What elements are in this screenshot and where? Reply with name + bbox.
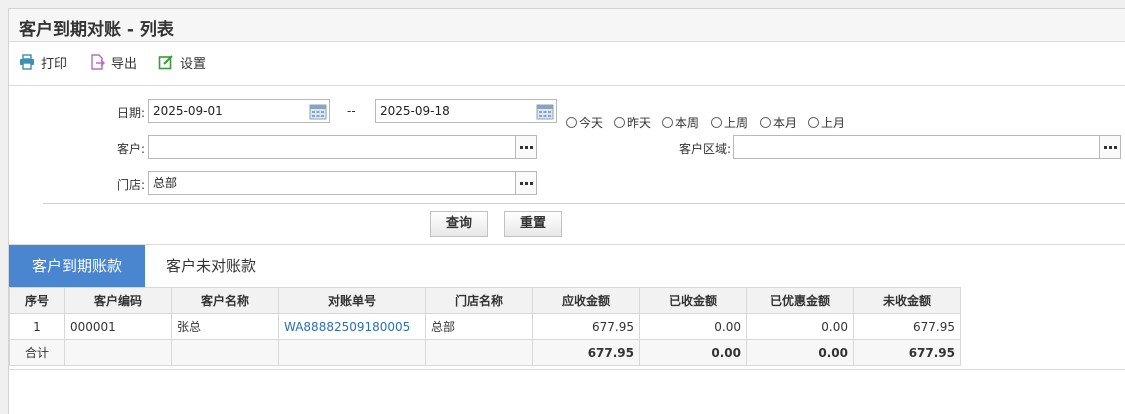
divider [43,203,1125,204]
store-label: 门店: [116,178,145,192]
title-bar: 客户到期对账 - 列表 [9,9,1125,42]
total-label: 合计 [9,339,65,366]
calendar-icon[interactable] [534,100,556,122]
query-button[interactable]: 查询 [430,211,488,237]
total-discounted: 0.00 [746,339,854,366]
settings-label: 设置 [180,56,207,72]
total-empty-cell [64,339,172,366]
cell-received: 0.00 [639,313,747,340]
page-title: 客户到期对账 - 列表 [19,20,174,40]
date-separator: -- [347,104,356,118]
radio-label: 上月 [821,116,846,130]
tab-unreconciled-accounts[interactable]: 客户未对账款 [145,245,277,287]
cell-outstanding: 677.95 [853,313,961,340]
col-header[interactable]: 序号 [9,287,65,314]
region-picker-button[interactable] [1099,135,1121,159]
radio-circle[interactable] [614,117,625,128]
table-header-row: 序号 客户编码 客户名称 对账单号 门店名称 应收金额 已收金额 已优惠金额 未… [9,287,961,314]
customer-picker-button[interactable] [515,135,537,159]
store-input[interactable]: 总部 [148,171,516,195]
radio-circle[interactable] [711,117,722,128]
table-bottom-border [9,369,1125,370]
col-header[interactable]: 客户编码 [64,287,172,314]
total-received: 0.00 [639,339,747,366]
col-header[interactable]: 已收金额 [639,287,747,314]
data-table: 序号 客户编码 客户名称 对账单号 门店名称 应收金额 已收金额 已优惠金额 未… [9,287,961,366]
total-empty-cell [171,339,279,366]
date-label: 日期: [116,106,145,120]
col-header[interactable]: 门店名称 [425,287,533,314]
radio-yesterday[interactable]: 昨天 [614,114,651,131]
total-outstanding: 677.95 [853,339,961,366]
store-picker-button[interactable] [515,171,537,195]
col-header[interactable]: 应收金额 [532,287,640,314]
cell-discounted: 0.00 [746,313,854,340]
date-to-field[interactable]: 2025-09-18 [375,99,557,123]
cell-customer-code: 000001 [64,313,172,340]
radio-label: 本周 [675,116,700,130]
print-label: 打印 [41,56,68,72]
radio-circle[interactable] [566,117,577,128]
radio-label: 本月 [773,116,798,130]
table-row[interactable]: 1 000001 张总 WA88882509180005 总部 677.95 0… [9,313,961,340]
radio-circle[interactable] [760,117,771,128]
calendar-icon[interactable] [307,100,329,122]
cell-store-name: 总部 [425,313,533,340]
radio-label: 昨天 [627,116,652,130]
radio-circle[interactable] [808,117,819,128]
col-header[interactable]: 客户名称 [171,287,279,314]
radio-last-month[interactable]: 上月 [808,114,845,131]
radio-this-week[interactable]: 本周 [662,114,699,131]
radio-circle[interactable] [662,117,673,128]
toolbar: 打印 导出 设置 [9,42,1125,86]
region-input[interactable] [733,135,1100,159]
total-receivable: 677.95 [532,339,640,366]
total-empty-cell [425,339,533,366]
export-label: 导出 [111,56,138,72]
print-button[interactable]: 打印 [19,52,67,72]
radio-label: 上周 [724,116,749,130]
tab-due-accounts[interactable]: 客户到期账款 [9,245,145,287]
radio-today[interactable]: 今天 [566,114,603,131]
reset-button[interactable]: 重置 [504,211,562,237]
date-from-field[interactable]: 2025-09-01 [148,99,330,123]
col-header[interactable]: 对账单号 [278,287,426,314]
settings-button[interactable]: 设置 [158,52,206,72]
radio-label: 今天 [579,116,604,130]
cell-receivable: 677.95 [532,313,640,340]
radio-this-month[interactable]: 本月 [760,114,797,131]
printer-icon [20,54,34,70]
tab-bar: 客户到期账款 客户未对账款 [9,244,1125,287]
col-header[interactable]: 未收金额 [853,287,961,314]
cell-index: 1 [9,313,65,340]
edit-settings-icon [158,55,173,70]
total-empty-cell [278,339,426,366]
page-frame: 客户到期对账 - 列表 打印 导出 设置 日期: 2025-09-01 -- 2… [8,8,1125,414]
export-icon [91,54,105,70]
customer-input[interactable] [148,135,516,159]
col-header[interactable]: 已优惠金额 [746,287,854,314]
customer-label: 客户: [116,142,145,156]
table-total-row: 合计 677.95 0.00 0.00 677.95 [9,339,961,366]
region-label: 客户区域: [678,142,731,156]
radio-last-week[interactable]: 上周 [711,114,748,131]
cell-customer-name: 张总 [171,313,279,340]
date-to-value: 2025-09-18 [380,104,450,118]
export-button[interactable]: 导出 [89,52,137,72]
date-from-value: 2025-09-01 [153,104,223,118]
statement-number-link[interactable]: WA88882509180005 [278,313,426,340]
